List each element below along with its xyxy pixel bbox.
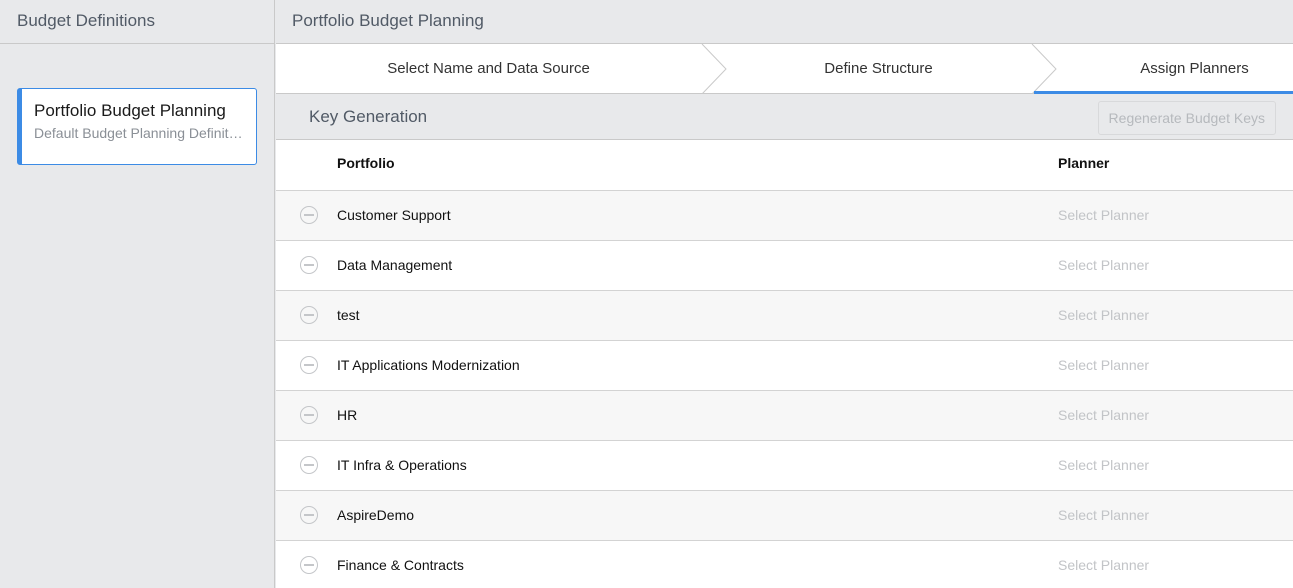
- portfolio-name: AspireDemo: [337, 507, 415, 523]
- minus-circle-icon[interactable]: [300, 356, 318, 374]
- select-planner-field[interactable]: Select Planner: [1058, 491, 1149, 539]
- select-planner-field[interactable]: Select Planner: [1058, 441, 1149, 489]
- portfolio-name: IT Infra & Operations: [337, 457, 467, 473]
- select-planner-field[interactable]: Select Planner: [1058, 541, 1149, 588]
- minus-circle-icon[interactable]: [300, 306, 318, 324]
- select-planner-field[interactable]: Select Planner: [1058, 191, 1149, 239]
- table-row: HR Select Planner: [276, 391, 1293, 441]
- step-select-name-data-source[interactable]: Select Name and Data Source: [276, 44, 701, 93]
- step-define-structure[interactable]: Define Structure: [701, 44, 1056, 93]
- select-planner-field[interactable]: Select Planner: [1058, 241, 1149, 289]
- budget-definition-card[interactable]: Portfolio Budget Planning Default Budget…: [17, 88, 257, 165]
- regenerate-budget-keys-button[interactable]: Regenerate Budget Keys: [1097, 101, 1276, 135]
- column-header-portfolio: Portfolio: [337, 155, 395, 171]
- table-row: Finance & Contracts Select Planner: [276, 541, 1293, 588]
- minus-circle-icon[interactable]: [300, 406, 318, 424]
- planner-table: Portfolio Planner Customer Support Selec…: [276, 140, 1293, 588]
- key-generation-bar: Key Generation Regenerate Budget Keys: [276, 94, 1293, 140]
- column-header-planner: Planner: [1058, 155, 1110, 171]
- portfolio-name: Customer Support: [337, 207, 451, 223]
- table-row: Customer Support Select Planner: [276, 191, 1293, 241]
- minus-circle-icon[interactable]: [300, 556, 318, 574]
- minus-circle-icon[interactable]: [300, 256, 318, 274]
- table-body: Customer Support Select Planner Data Man…: [276, 191, 1293, 588]
- minus-circle-icon[interactable]: [300, 456, 318, 474]
- step-assign-planners[interactable]: Assign Planners: [1034, 44, 1293, 94]
- table-row: test Select Planner: [276, 291, 1293, 341]
- table-header: Portfolio Planner: [276, 140, 1293, 191]
- table-row: Data Management Select Planner: [276, 241, 1293, 291]
- table-row: IT Infra & Operations Select Planner: [276, 441, 1293, 491]
- portfolio-name: Finance & Contracts: [337, 557, 464, 573]
- table-row: AspireDemo Select Planner: [276, 491, 1293, 541]
- portfolio-name: HR: [337, 407, 358, 423]
- chevron-right-icon: [1031, 44, 1057, 94]
- select-planner-field[interactable]: Select Planner: [1058, 391, 1149, 439]
- app: Budget Definitions Portfolio Budget Plan…: [0, 0, 1293, 588]
- table-row: IT Applications Modernization Select Pla…: [276, 341, 1293, 391]
- select-planner-field[interactable]: Select Planner: [1058, 291, 1149, 339]
- definition-subtitle: Default Budget Planning Definition: [34, 125, 244, 141]
- main-panel: Portfolio Budget Planning Select Name an…: [276, 0, 1293, 588]
- portfolio-name: Data Management: [337, 257, 453, 273]
- portfolio-name: test: [337, 307, 360, 323]
- definition-title: Portfolio Budget Planning: [34, 101, 226, 120]
- minus-circle-icon[interactable]: [300, 506, 318, 524]
- page-title: Portfolio Budget Planning: [276, 0, 1293, 44]
- minus-circle-icon[interactable]: [300, 206, 318, 224]
- sidebar: Budget Definitions Portfolio Budget Plan…: [0, 0, 275, 588]
- sidebar-title: Budget Definitions: [0, 0, 274, 44]
- select-planner-field[interactable]: Select Planner: [1058, 341, 1149, 389]
- portfolio-name: IT Applications Modernization: [337, 357, 520, 373]
- wizard-steps: Select Name and Data Source Define Struc…: [276, 44, 1293, 94]
- section-title: Key Generation: [309, 107, 428, 126]
